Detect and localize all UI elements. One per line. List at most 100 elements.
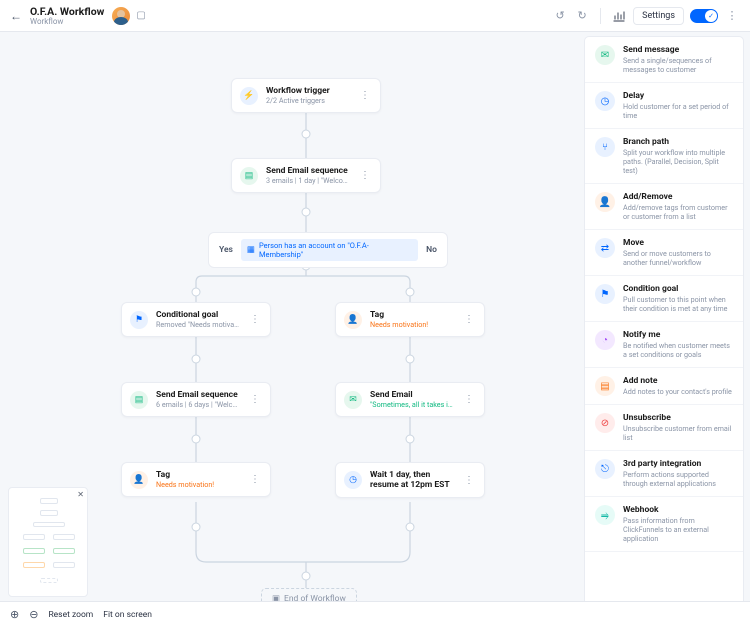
action-item-move[interactable]: ⇄MoveSend or move customers to another f… xyxy=(585,230,743,276)
action-text: DelayHold customer for a set period of t… xyxy=(623,91,733,120)
condition-label: Person has an account on "O.F.A-Membersh… xyxy=(259,241,412,259)
node-email-sequence[interactable]: ▤ Send Email sequence 6 emails | 6 days … xyxy=(121,382,271,417)
user-icon: 👤 xyxy=(130,471,148,489)
envelope-icon: ✉ xyxy=(595,45,615,65)
node-email-sequence[interactable]: ▤ Send Email sequence 3 emails | 1 day |… xyxy=(231,158,381,193)
action-desc: Split your workflow into multiple paths.… xyxy=(623,148,733,175)
action-item-send-message[interactable]: ✉ Send messageSend a single/sequences of … xyxy=(585,37,743,83)
node-trigger[interactable]: ⚡ Workflow trigger 2/2 Active triggers ⋮ xyxy=(231,78,381,113)
action-title: Send message xyxy=(623,45,733,55)
add-step-dot[interactable] xyxy=(406,435,415,444)
action-title: 3rd party integration xyxy=(623,459,733,469)
node-sub: 3 emails | 1 day | "Welcome to O…" xyxy=(266,176,350,185)
divider xyxy=(600,8,601,24)
add-step-dot[interactable] xyxy=(192,523,201,532)
action-item-delay[interactable]: ◷ DelayHold customer for a set period of … xyxy=(585,83,743,129)
action-item-condition-goal[interactable]: ⚑ Condition goalPull customer to this poi… xyxy=(585,276,743,322)
title-block: O.F.A. Workflow Workflow xyxy=(30,5,104,26)
node-menu-icon[interactable]: ⋮ xyxy=(358,90,372,101)
redo-icon[interactable]: ↻ xyxy=(574,8,590,24)
node-tag[interactable]: 👤 Tag Needs motivation! ⋮ xyxy=(121,462,271,497)
node-menu-icon[interactable]: ⋮ xyxy=(358,170,372,181)
node-conditional-goal[interactable]: ⚑ Conditional goal Removed "Needs motiva… xyxy=(121,302,271,337)
node-menu-icon[interactable]: ⋮ xyxy=(462,394,476,405)
clock-icon: ◷ xyxy=(595,91,615,111)
add-step-dot[interactable] xyxy=(302,208,311,217)
flag-icon: ⚑ xyxy=(595,284,615,304)
action-item-unsubscribe[interactable]: ⊘UnsubscribeUnsubscribe customer from em… xyxy=(585,405,743,451)
action-desc: Pull customer to this point when their c… xyxy=(623,295,733,313)
action-text: Add noteAdd notes to your contact's prof… xyxy=(623,376,732,396)
action-desc: Add/remove tags from customer or custome… xyxy=(623,203,733,221)
reset-zoom-button[interactable]: Reset zoom xyxy=(48,610,93,620)
node-sub: Needs motivation! xyxy=(156,480,240,489)
hook-icon: ⥤ xyxy=(595,505,615,525)
action-text: Send messageSend a single/sequences of m… xyxy=(623,45,733,74)
actions-panel: ✕ ✉Send messageSend a single/sequences o… xyxy=(584,36,744,617)
action-item-notify-me[interactable]: ◔Notify meBe notified when customer meet… xyxy=(585,322,743,368)
publish-toggle[interactable] xyxy=(690,9,718,23)
avatar[interactable] xyxy=(112,7,130,25)
add-step-dot[interactable] xyxy=(406,355,415,364)
action-title: Notify me xyxy=(623,330,733,340)
action-desc: Pass information from ClickFunnels to an… xyxy=(623,516,733,543)
node-menu-icon[interactable]: ⋮ xyxy=(248,314,262,325)
add-step-dot[interactable] xyxy=(302,130,311,139)
action-title: Move xyxy=(623,238,733,248)
action-item-add-remove[interactable]: 👤Add/RemoveAdd/remove tags from customer… xyxy=(585,184,743,230)
action-item-3rd-party-integration[interactable]: ⎋3rd party integrationPerform actions su… xyxy=(585,451,743,497)
zoom-out-icon[interactable]: ⊖ xyxy=(29,608,38,621)
back-arrow-icon[interactable]: ← xyxy=(10,9,22,23)
action-title: Condition goal xyxy=(623,284,733,294)
close-minimap-icon[interactable]: ✕ xyxy=(77,490,84,499)
add-step-dot[interactable] xyxy=(406,523,415,532)
node-tag[interactable]: 👤 Tag Needs motivation! ⋮ xyxy=(335,302,485,337)
top-bar: ← O.F.A. Workflow Workflow ▢ ↺ ↻ Setting… xyxy=(0,0,750,32)
action-title: Add/Remove xyxy=(623,192,733,202)
node-send-email[interactable]: ✉ Send Email "Sometimes, all it takes is… xyxy=(335,382,485,417)
node-sub: "Sometimes, all it takes is a first s…" xyxy=(370,400,454,409)
stack-icon: ▤ xyxy=(240,167,258,185)
action-item-webhook[interactable]: ⥤ WebhookPass information from ClickFunne… xyxy=(585,497,743,552)
action-desc: Unsubscribe customer from email list xyxy=(623,424,733,442)
node-title: Wait 1 day, then resume at 12pm EST xyxy=(370,470,454,490)
add-step-dot[interactable] xyxy=(406,288,415,297)
add-step-dot[interactable] xyxy=(192,435,201,444)
condition-yes: Yes xyxy=(219,245,233,255)
more-icon[interactable]: ⋮ xyxy=(724,8,740,24)
add-step-dot[interactable] xyxy=(302,572,311,581)
flag-icon: ⚑ xyxy=(130,311,148,329)
action-desc: Send a single/sequences of messages to c… xyxy=(623,56,733,74)
action-text: Condition goalPull customer to this poin… xyxy=(623,284,733,313)
node-menu-icon[interactable]: ⋮ xyxy=(248,394,262,405)
node-menu-icon[interactable]: ⋮ xyxy=(248,474,262,485)
add-step-dot[interactable] xyxy=(192,355,201,364)
plug-icon: ⎋ xyxy=(595,459,615,479)
node-delay[interactable]: ◷ Wait 1 day, then resume at 12pm EST ⋮ xyxy=(335,462,485,498)
minimap[interactable]: ✕ xyxy=(8,487,88,597)
node-condition[interactable]: Yes ▦ Person has an account on "O.F.A-Me… xyxy=(208,232,448,268)
action-text: Branch pathSplit your workflow into mult… xyxy=(623,137,733,175)
node-sub: Removed "Needs motivation!" tag xyxy=(156,320,240,329)
page-subtitle: Workflow xyxy=(30,17,104,26)
settings-button[interactable]: Settings xyxy=(633,7,684,25)
action-item-add-note[interactable]: ▤Add noteAdd notes to your contact's pro… xyxy=(585,368,743,405)
move-icon: ⇄ xyxy=(595,238,615,258)
zoom-in-icon[interactable]: ⊕ xyxy=(10,608,19,621)
fit-screen-button[interactable]: Fit on screen xyxy=(103,610,152,620)
node-title: Conditional goal xyxy=(156,310,240,320)
action-title: Webhook xyxy=(623,505,733,515)
node-title: Tag xyxy=(156,470,240,480)
add-step-dot[interactable] xyxy=(192,288,201,297)
account-icon: ▦ xyxy=(247,245,255,255)
bookmark-icon[interactable]: ▢ xyxy=(136,10,145,21)
bottom-bar: ⊕ ⊖ Reset zoom Fit on screen xyxy=(0,601,750,627)
node-title: Send Email xyxy=(370,390,454,400)
node-menu-icon[interactable]: ⋮ xyxy=(462,475,476,486)
action-item-branch-path[interactable]: ⑂Branch pathSplit your workflow into mul… xyxy=(585,129,743,184)
node-title: Send Email sequence xyxy=(266,166,350,176)
action-text: UnsubscribeUnsubscribe customer from ema… xyxy=(623,413,733,442)
stats-icon[interactable] xyxy=(611,8,627,24)
node-menu-icon[interactable]: ⋮ xyxy=(462,314,476,325)
undo-icon[interactable]: ↺ xyxy=(552,8,568,24)
